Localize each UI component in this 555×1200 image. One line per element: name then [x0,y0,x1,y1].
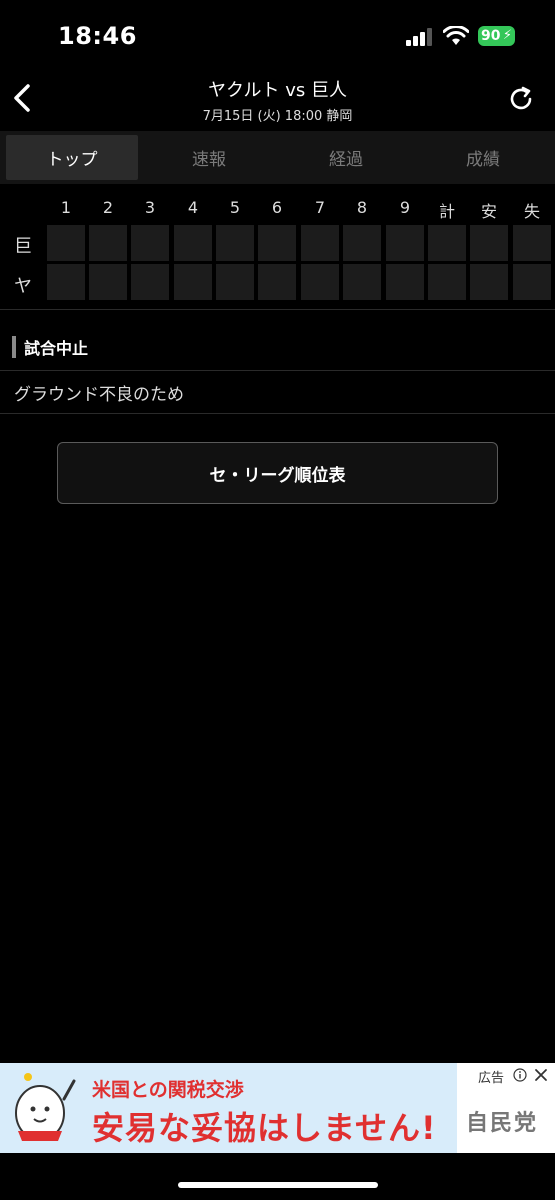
game-datetime-venue: 7月15日 (火) 18:00 静岡 [202,109,353,124]
score-cell [428,264,466,300]
ad-label: 広告 [478,1071,505,1086]
score-cell [174,264,212,300]
inning-header: 3 [144,198,156,217]
score-cell [301,264,339,300]
tab-live[interactable]: 速報 [143,135,275,180]
hits-header: 安 [480,202,497,221]
score-cell [470,264,508,300]
team-label-swallows: ヤ [14,276,32,297]
divider [0,309,555,310]
inning-header: 2 [102,198,114,217]
cellular-signal-icon [406,28,432,46]
score-cell [470,225,508,261]
inning-header: 7 [314,198,326,217]
inning-header: 9 [399,198,411,217]
score-cell [89,225,127,261]
score-cell [513,264,551,300]
status-time: 18:46 [58,22,137,50]
score-cell [258,264,296,300]
score-cell [47,225,85,261]
refresh-icon[interactable] [506,84,536,114]
tab-bar: トップ 速報 経過 成績 [0,131,555,184]
score-cell [216,264,254,300]
status-bar: 18:46 90 ⚡ [0,0,555,70]
ad-banner[interactable]: 米国との関税交渉 安易な妥協はしません! 広告 自民党 [0,1063,555,1153]
score-cell [47,264,85,300]
tab-progress[interactable]: 経過 [280,135,412,180]
battery-icon: 90 ⚡ [478,26,515,46]
central-league-standings-button[interactable]: セ・リーグ順位表 [57,442,498,504]
mascot-icon [15,1073,76,1141]
home-indicator[interactable] [178,1182,378,1188]
score-cell [89,264,127,300]
ad-headline: 米国との関税交渉 [92,1079,244,1101]
inning-header: 1 [60,198,72,217]
close-icon[interactable] [533,1067,549,1083]
wifi-icon [443,26,469,45]
score-cell [131,225,169,261]
score-cell [216,225,254,261]
cancellation-reason: グラウンド不良のため [14,385,184,405]
inning-header: 4 [187,198,199,217]
game-status-heading: 試合中止 [12,334,88,360]
page-title: ヤクルト vs 巨人 [208,80,347,101]
inning-header: 5 [229,198,241,217]
ad-sponsor-name: 自民党 [466,1111,539,1136]
score-cell [386,225,424,261]
battery-level: 90 [481,28,501,44]
score-cell [343,264,381,300]
total-runs-header: 計 [438,202,455,221]
nav-header: ヤクルト vs 巨人 7月15日 (火) 18:00 静岡 [0,70,555,128]
tab-top[interactable]: トップ [6,135,138,180]
score-cell [513,225,551,261]
heading-accent-bar [12,336,16,358]
scoreboard: 1 2 3 4 5 6 7 8 9 計 安 失 巨 ヤ [0,196,555,310]
score-cell [428,225,466,261]
score-cell [174,225,212,261]
score-cell [343,225,381,261]
inning-header: 6 [271,198,283,217]
errors-header: 失 [523,202,540,221]
tab-stats[interactable]: 成績 [417,135,549,180]
game-page: 18:46 90 ⚡ ヤクルト vs 巨人 7月15日 (火) 18:00 静岡 [0,0,555,1200]
game-status-title: 試合中止 [24,339,89,358]
divider [0,370,555,371]
ad-main-copy: 安易な妥協はしません! [92,1109,437,1147]
score-cell [131,264,169,300]
score-cell [258,225,296,261]
divider [0,413,555,414]
inning-header: 8 [356,198,368,217]
info-icon[interactable] [513,1068,527,1082]
score-cell [386,264,424,300]
score-cell [301,225,339,261]
charging-bolt-icon: ⚡ [502,28,512,43]
team-label-giants: 巨 [14,236,32,257]
